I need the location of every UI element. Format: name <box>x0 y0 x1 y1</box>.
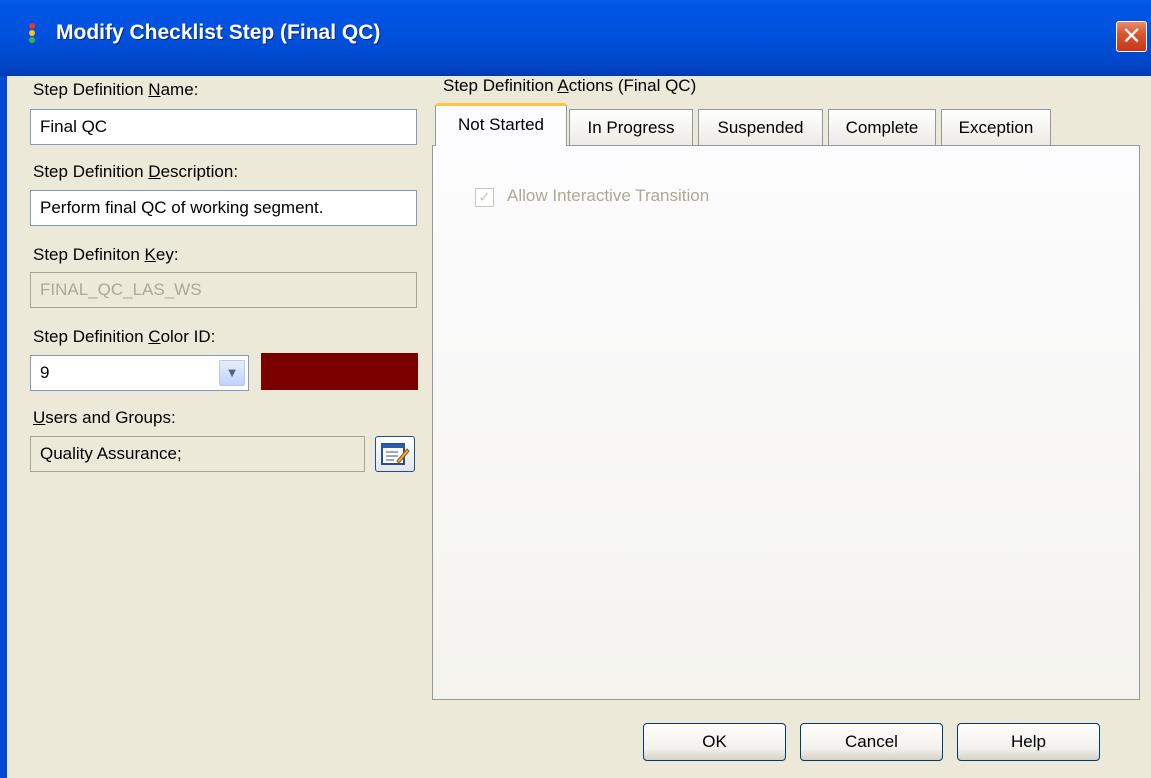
chevron-down-icon[interactable]: ▼ <box>219 360 245 386</box>
window-frame-left <box>0 76 7 778</box>
cancel-button[interactable]: Cancel <box>800 723 943 761</box>
close-button[interactable]: ✕ <box>1116 21 1147 52</box>
tab-complete[interactable]: Complete <box>828 109 936 145</box>
ok-button[interactable]: OK <box>643 723 786 761</box>
tab-panel <box>432 145 1140 700</box>
color-id-label: Step Definition Color ID: <box>33 327 216 346</box>
tab-suspended[interactable]: Suspended <box>698 109 823 145</box>
step-key-label: Step Definiton Key: <box>33 245 179 264</box>
color-id-value: 9 <box>40 363 50 382</box>
actions-label: Step Definition Actions (Final QC) <box>443 76 697 95</box>
step-description-label: Step Definition Description: <box>33 162 239 181</box>
allow-transition-label: Allow Interactive Transition <box>507 186 710 205</box>
edit-users-button[interactable] <box>375 436 415 472</box>
tab-in-progress[interactable]: In Progress <box>569 109 693 145</box>
title-bar[interactable]: Modify Checklist Step (Final QC) ✕ <box>0 0 1151 76</box>
tab-not-started[interactable]: Not Started <box>435 103 567 146</box>
users-groups-field: Quality Assurance; <box>30 436 365 472</box>
color-swatch <box>261 353 418 390</box>
allow-transition-checkbox: ✓ <box>475 188 494 207</box>
tab-exception[interactable]: Exception <box>941 109 1051 145</box>
step-name-label: Step Definition Name: <box>33 80 199 99</box>
users-groups-label: Users and Groups: <box>33 408 176 427</box>
help-button[interactable]: Help <box>957 723 1100 761</box>
edit-list-icon <box>381 443 410 465</box>
step-name-input[interactable]: Final QC <box>30 109 417 145</box>
window-title: Modify Checklist Step (Final QC) <box>56 21 381 44</box>
step-key-input: FINAL_QC_LAS_WS <box>30 272 417 308</box>
color-id-select[interactable]: 9 <box>30 355 249 391</box>
step-description-input[interactable]: Perform final QC of working segment. <box>30 190 417 226</box>
traffic-light-icon <box>28 23 36 43</box>
